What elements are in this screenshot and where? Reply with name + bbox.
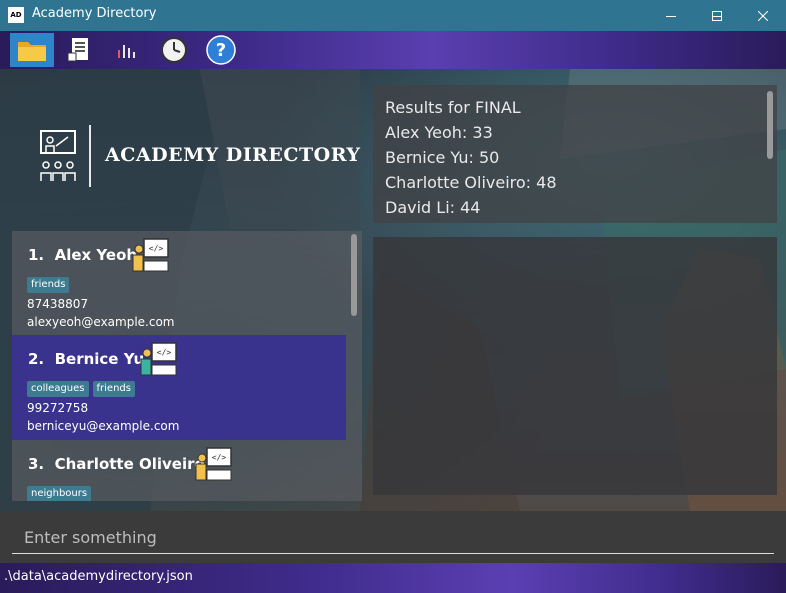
clock-icon bbox=[161, 37, 187, 63]
person-name: 1. Alex Yeoh bbox=[28, 246, 138, 264]
tag: colleagues bbox=[27, 381, 89, 397]
person-card[interactable]: 3. Charlotte Oliveiro </> neighbours bbox=[12, 440, 346, 501]
classroom-icon bbox=[40, 130, 76, 181]
app-logo: ACADEMY DIRECTORY bbox=[38, 125, 360, 189]
result-line: Bernice Yu: 50 bbox=[385, 148, 500, 167]
result-line: Alex Yeoh: 33 bbox=[385, 123, 493, 142]
result-line: David Li: 44 bbox=[385, 198, 481, 217]
close-button[interactable] bbox=[740, 0, 786, 31]
tag-list: neighbours bbox=[27, 486, 92, 501]
tag-list: friends bbox=[27, 277, 70, 293]
close-icon bbox=[758, 10, 768, 21]
person-name: 3. Charlotte Oliveiro bbox=[28, 455, 205, 473]
result-line: Results for FINAL bbox=[385, 98, 521, 117]
tag: neighbours bbox=[27, 486, 92, 501]
statistics-button[interactable] bbox=[104, 33, 148, 67]
document-icon bbox=[67, 38, 88, 62]
history-button[interactable] bbox=[152, 33, 196, 67]
svg-text:</>: </> bbox=[157, 348, 172, 357]
person-list-scrollbar[interactable] bbox=[346, 231, 362, 501]
help-button[interactable]: ? bbox=[199, 33, 243, 67]
person-avatar-icon: </> bbox=[140, 342, 177, 376]
person-list[interactable]: 1. Alex Yeoh </> friends 87438807 alexye… bbox=[12, 231, 362, 501]
logo-text: ACADEMY DIRECTORY bbox=[105, 144, 361, 166]
command-box bbox=[0, 511, 786, 563]
person-phone: 87438807 bbox=[27, 297, 89, 311]
maximize-icon bbox=[712, 10, 722, 21]
tag: friends bbox=[27, 277, 70, 293]
svg-text:</>: </> bbox=[212, 453, 227, 462]
status-bar: .\data\academydirectory.json bbox=[0, 563, 786, 593]
person-name: 2. Bernice Yu bbox=[28, 350, 145, 368]
maximize-button[interactable] bbox=[694, 0, 740, 31]
save-location: .\data\academydirectory.json bbox=[4, 569, 193, 584]
document-button[interactable] bbox=[57, 33, 101, 67]
minimize-window-button[interactable] bbox=[648, 0, 694, 31]
detail-panel bbox=[373, 237, 777, 495]
toolbar: ? bbox=[0, 31, 786, 69]
app-icon: AD bbox=[8, 7, 24, 23]
svg-text:</>: </> bbox=[149, 244, 164, 253]
scrollbar-thumb[interactable] bbox=[351, 234, 357, 316]
open-folder-button[interactable] bbox=[10, 33, 54, 67]
minimize-window-icon bbox=[666, 15, 676, 17]
folder-icon bbox=[18, 42, 46, 61]
person-card-selected[interactable]: 2. Bernice Yu </> colleagues friends 992… bbox=[12, 335, 346, 440]
result-display[interactable]: Results for FINAL Alex Yeoh: 33 Bernice … bbox=[373, 85, 777, 223]
result-lines: Results for FINAL Alex Yeoh: 33 Bernice … bbox=[385, 95, 557, 220]
logo-divider bbox=[89, 125, 91, 187]
person-phone: 99272758 bbox=[27, 401, 89, 415]
result-line: Charlotte Oliveiro: 48 bbox=[385, 173, 557, 192]
person-avatar-icon: </> bbox=[195, 447, 232, 481]
person-email: berniceyu@example.com bbox=[27, 419, 180, 433]
person-email: alexyeoh@example.com bbox=[27, 315, 175, 329]
svg-text:?: ? bbox=[216, 40, 226, 61]
window-title: Academy Directory bbox=[32, 6, 157, 21]
person-avatar-icon: </> bbox=[132, 238, 169, 272]
person-card[interactable]: 1. Alex Yeoh </> friends 87438807 alexye… bbox=[12, 231, 346, 336]
bar-chart-icon bbox=[118, 45, 135, 58]
help-icon: ? bbox=[206, 35, 236, 65]
command-input[interactable] bbox=[12, 522, 774, 554]
tag: friends bbox=[92, 381, 135, 397]
result-scrollbar-thumb[interactable] bbox=[767, 91, 773, 159]
main-content: ACADEMY DIRECTORY 1. Alex Yeoh </> frien… bbox=[0, 69, 786, 511]
tag-list: colleagues friends bbox=[27, 381, 135, 397]
